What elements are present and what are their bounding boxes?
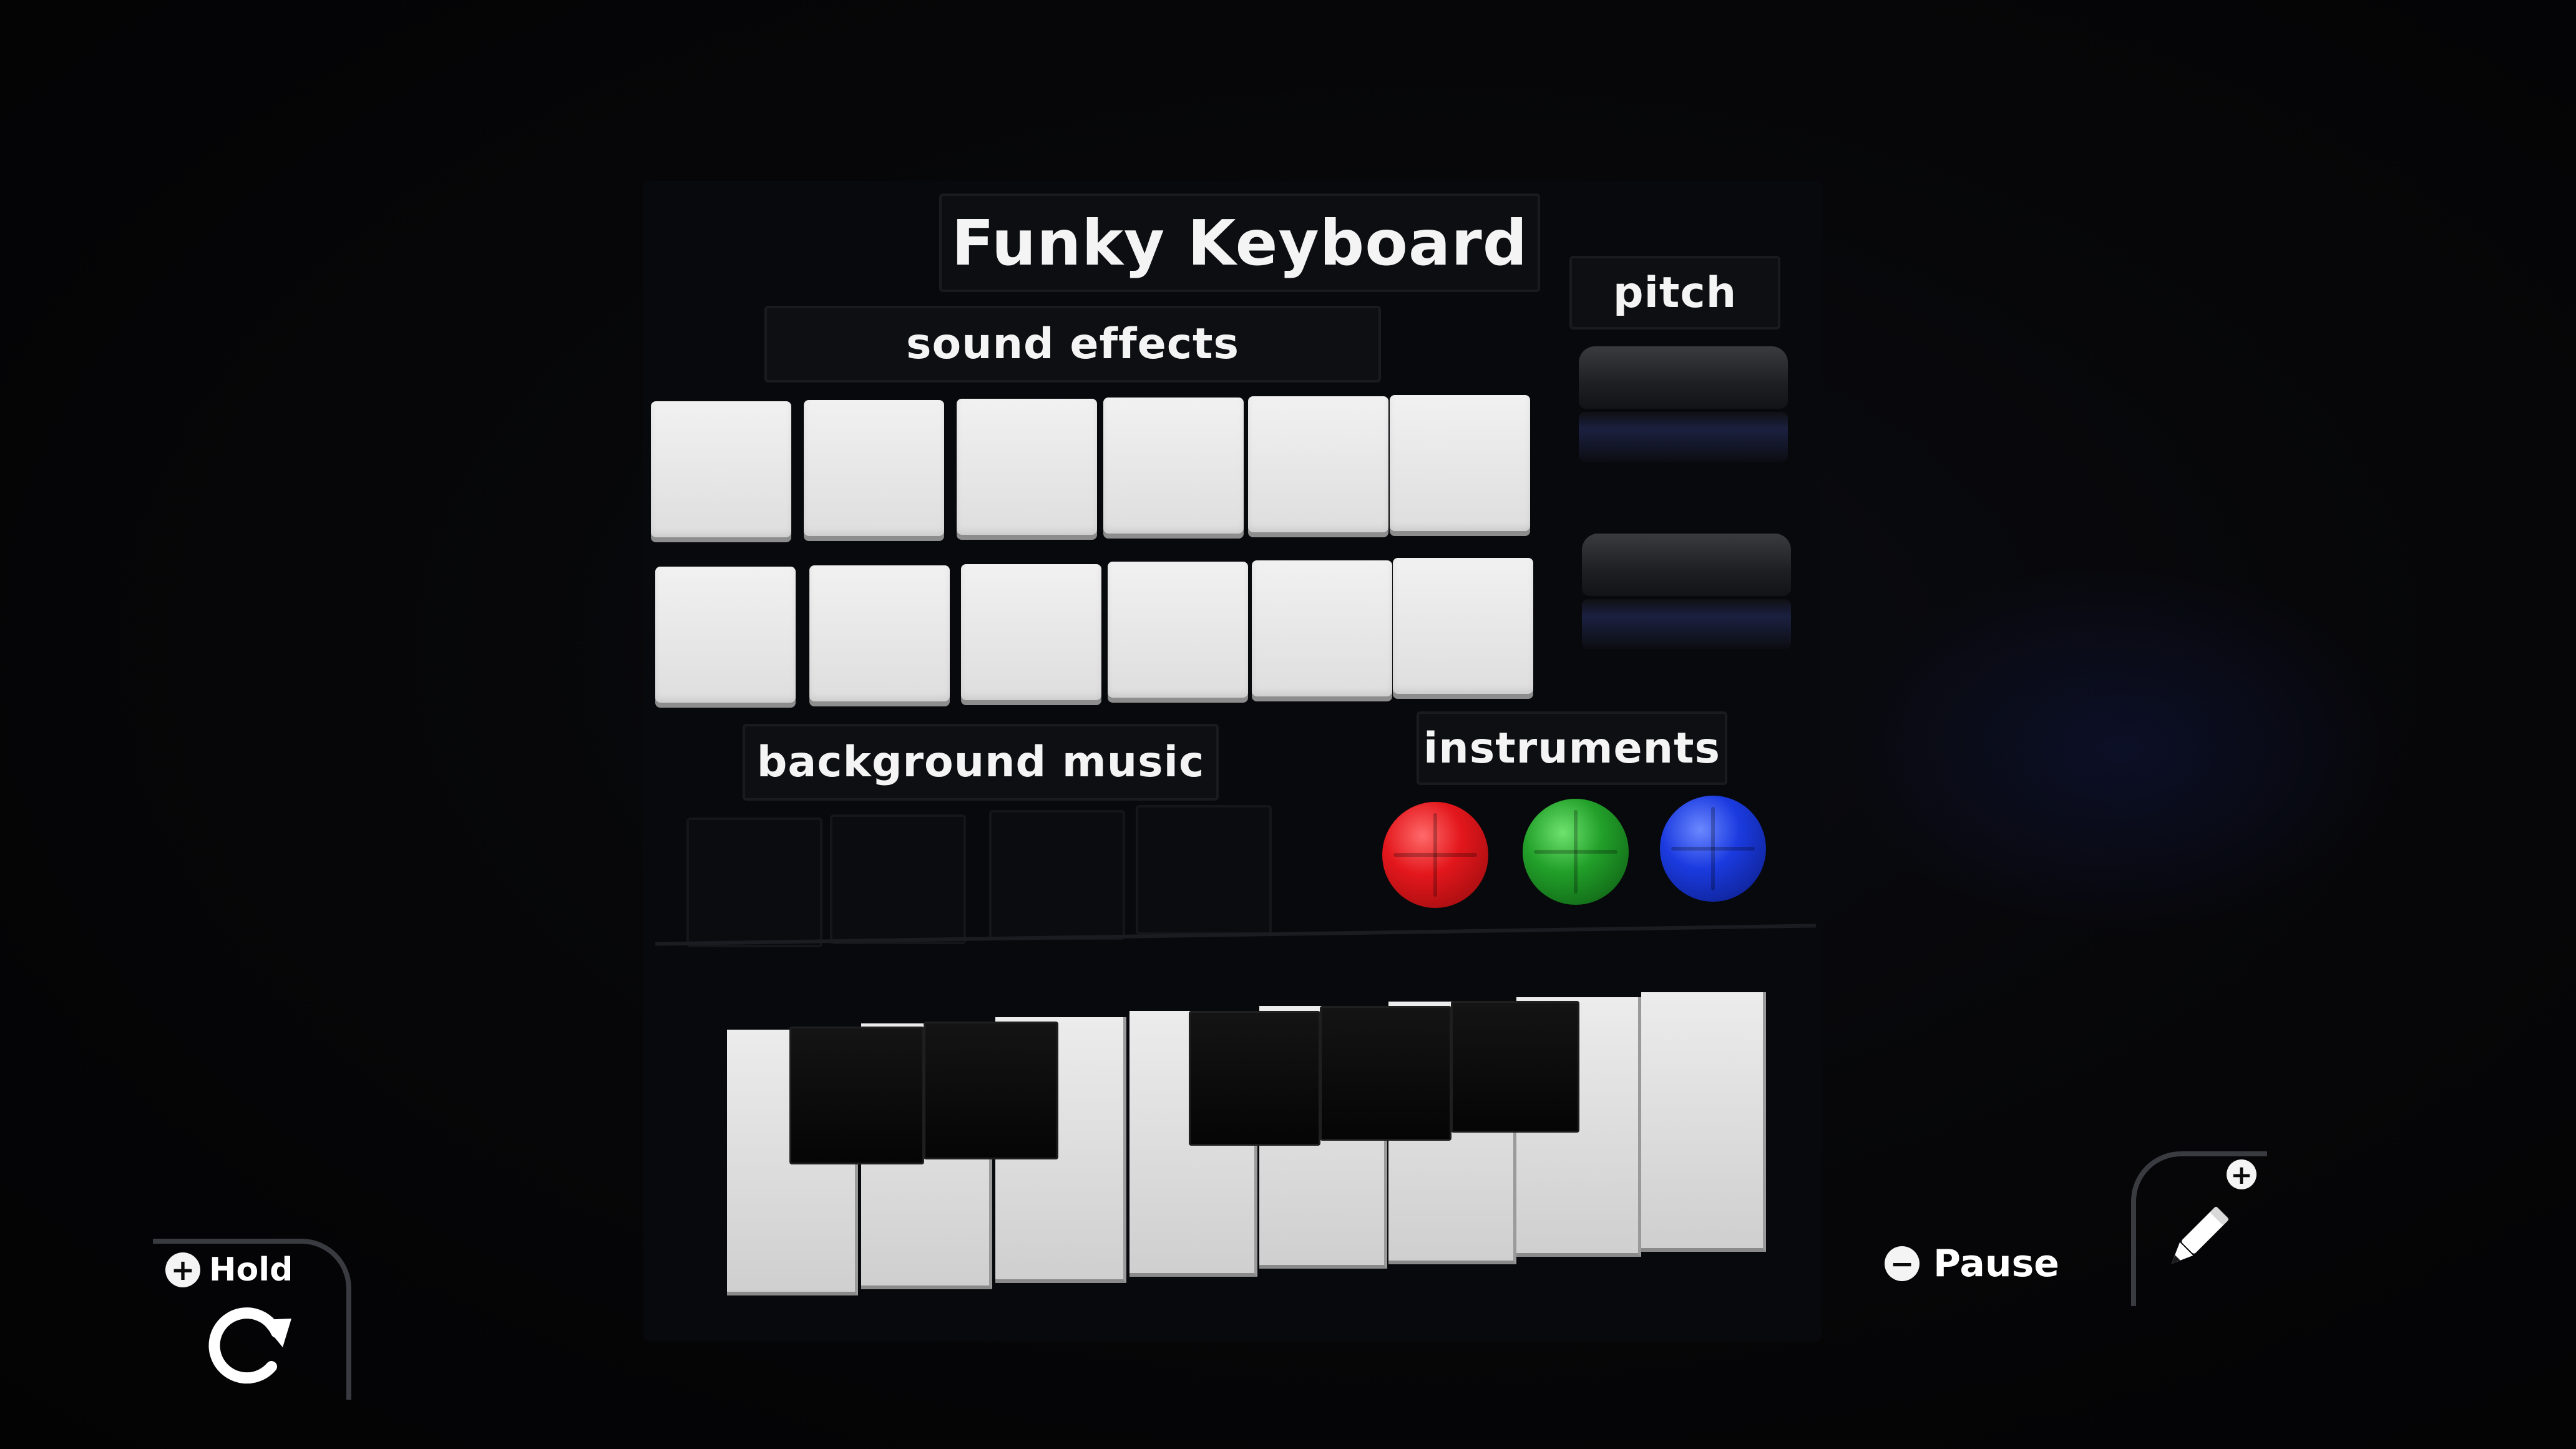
plus-button-icon[interactable]: + <box>165 1252 200 1287</box>
game-screen: Funky Keyboard sound effects pitch backg… <box>0 0 2576 1449</box>
pitch-slider-knob[interactable] <box>1579 346 1788 409</box>
sound-effect-pad-12[interactable] <box>1393 558 1533 694</box>
background-music-pad-3[interactable] <box>989 810 1125 940</box>
sound-effect-pad-11[interactable] <box>1252 560 1392 696</box>
piano-black-key-5[interactable] <box>1451 1001 1579 1133</box>
background-music-label: background music <box>743 724 1219 801</box>
piano-black-key-3[interactable] <box>1189 1011 1320 1146</box>
sound-effect-pad-6[interactable] <box>1390 395 1530 531</box>
plus-button-icon[interactable]: + <box>2227 1159 2256 1190</box>
sound-effect-pad-3[interactable] <box>957 399 1097 535</box>
instrument-green-button[interactable] <box>1523 799 1629 905</box>
sound-effect-pad-1[interactable] <box>651 401 791 537</box>
instrument-blue-button[interactable] <box>1660 796 1766 902</box>
sound-effect-pad-2[interactable] <box>804 400 944 536</box>
piano-black-key-4[interactable] <box>1320 1006 1451 1141</box>
pitch-slider-knob[interactable] <box>1582 534 1791 596</box>
sound-effect-pad-4[interactable] <box>1103 398 1244 534</box>
rotate-icon[interactable] <box>203 1301 296 1388</box>
pitch-slider-track <box>1579 412 1788 462</box>
hold-control[interactable]: + Hold <box>165 1251 293 1289</box>
background-music-pad-1[interactable] <box>686 817 822 947</box>
piano-black-key-1[interactable] <box>789 1027 924 1164</box>
sound-effect-pad-7[interactable] <box>655 567 796 703</box>
app-title: Funky Keyboard <box>939 193 1540 292</box>
background-music-pad-2[interactable] <box>830 814 966 944</box>
pitch-slider-track <box>1582 599 1791 649</box>
piano-black-key-2[interactable] <box>924 1022 1058 1159</box>
sound-effect-pad-10[interactable] <box>1108 562 1248 698</box>
pause-control[interactable]: − Pause <box>1885 1242 2059 1286</box>
sound-effects-label: sound effects <box>764 306 1381 383</box>
instruments-label: instruments <box>1417 711 1727 785</box>
pitch-slider-1[interactable] <box>1579 346 1788 465</box>
hold-label: Hold <box>209 1251 293 1289</box>
pitch-slider-2[interactable] <box>1582 534 1791 652</box>
sound-effect-pad-8[interactable] <box>809 565 950 701</box>
sound-effect-pad-9[interactable] <box>961 564 1101 700</box>
minus-button-icon[interactable]: − <box>1885 1246 1920 1281</box>
piano-white-key-8[interactable] <box>1641 992 1766 1252</box>
ambient-glow <box>1841 562 2403 936</box>
pencil-icon[interactable] <box>2156 1198 2237 1279</box>
pitch-label: pitch <box>1569 256 1780 329</box>
sound-effect-pad-5[interactable] <box>1248 396 1388 532</box>
pause-label: Pause <box>1933 1242 2059 1286</box>
background-music-pad-4[interactable] <box>1136 805 1272 935</box>
instrument-red-button[interactable] <box>1382 802 1488 908</box>
